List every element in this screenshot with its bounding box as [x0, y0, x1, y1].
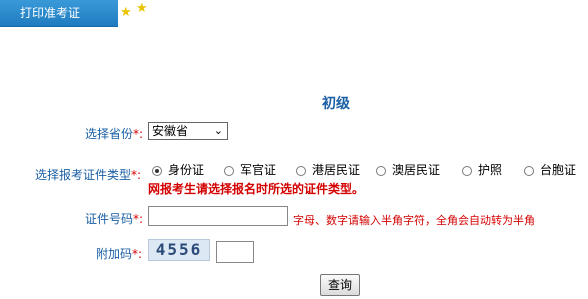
radio-taiwan-permit[interactable]: 台胞证	[524, 161, 576, 178]
query-button[interactable]: 查询	[320, 274, 360, 296]
radio-hongkong-permit[interactable]: 港居民证	[296, 161, 360, 178]
tab-print-admission-ticket[interactable]: 打印准考证	[0, 0, 118, 27]
province-label: 选择省份*:	[85, 125, 143, 142]
page-title: 初级	[322, 96, 350, 112]
radio-dot[interactable]	[376, 165, 386, 176]
required-mark: *:	[132, 247, 143, 261]
captcha-label-text: 附加码	[96, 247, 133, 261]
radio-id-card[interactable]: 身份证	[152, 161, 204, 178]
required-mark: *:	[131, 168, 142, 182]
star-icon: ★	[120, 5, 132, 20]
id-number-label-text: 证件号码	[85, 212, 134, 226]
captcha-input[interactable]	[216, 241, 254, 263]
id-type-notice: 网报考生请选择报名时所选的证件类型。	[148, 182, 365, 196]
radio-officer-card[interactable]: 军官证	[224, 161, 276, 178]
province-selected-value: 安徽省	[152, 124, 189, 138]
captcha-image[interactable]: 4556	[148, 239, 210, 261]
required-mark: *:	[133, 212, 144, 226]
radio-dot[interactable]	[296, 165, 306, 176]
radio-dot-selected[interactable]	[152, 165, 162, 176]
radio-label: 身份证	[168, 163, 205, 177]
province-select[interactable]: 安徽省 ⌄	[148, 122, 228, 140]
id-number-input[interactable]	[148, 206, 288, 226]
radio-label: 澳居民证	[392, 163, 441, 177]
captcha-label: 附加码*:	[96, 245, 142, 262]
radio-label: 港居民证	[312, 163, 361, 177]
province-label-text: 选择省份	[85, 127, 134, 141]
id-type-label: 选择报考证件类型*:	[35, 166, 141, 183]
radio-label: 台胞证	[540, 163, 577, 177]
star-icon: ★	[136, 1, 148, 16]
id-number-label: 证件号码*:	[85, 210, 143, 227]
chevron-down-icon: ⌄	[213, 124, 223, 137]
radio-dot[interactable]	[224, 165, 234, 176]
radio-label: 军官证	[240, 163, 277, 177]
radio-label: 护照	[478, 163, 503, 177]
id-number-hint: 字母、数字请输入半角字符，全角会自动转为半角	[293, 214, 535, 227]
required-mark: *:	[133, 127, 144, 141]
radio-macao-permit[interactable]: 澳居民证	[376, 161, 440, 178]
radio-dot[interactable]	[462, 165, 472, 176]
radio-passport[interactable]: 护照	[462, 161, 502, 178]
radio-dot[interactable]	[524, 165, 534, 176]
id-type-label-text: 选择报考证件类型	[35, 168, 132, 182]
